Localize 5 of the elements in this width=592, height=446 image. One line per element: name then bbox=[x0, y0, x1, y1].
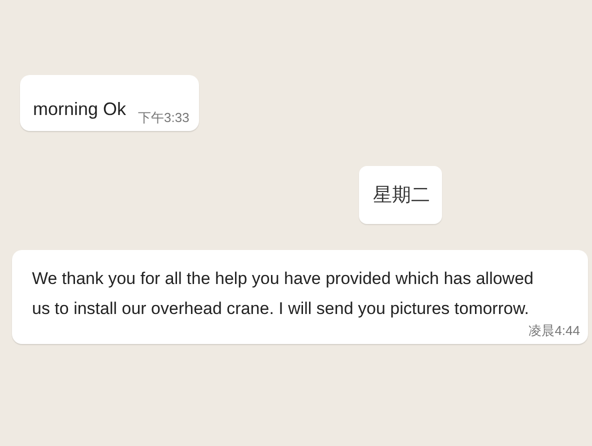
message-time: 下午3:33 bbox=[138, 109, 190, 127]
message-time: 凌晨4:44 bbox=[528, 322, 580, 340]
message-text: morning Ok bbox=[33, 98, 126, 121]
date-chip: 星期二 bbox=[359, 166, 442, 224]
message-text: We thank you for all the help you have provided which has allowed us to install our overhead crane. I will send you pictures tomorrow. bbox=[32, 268, 534, 320]
